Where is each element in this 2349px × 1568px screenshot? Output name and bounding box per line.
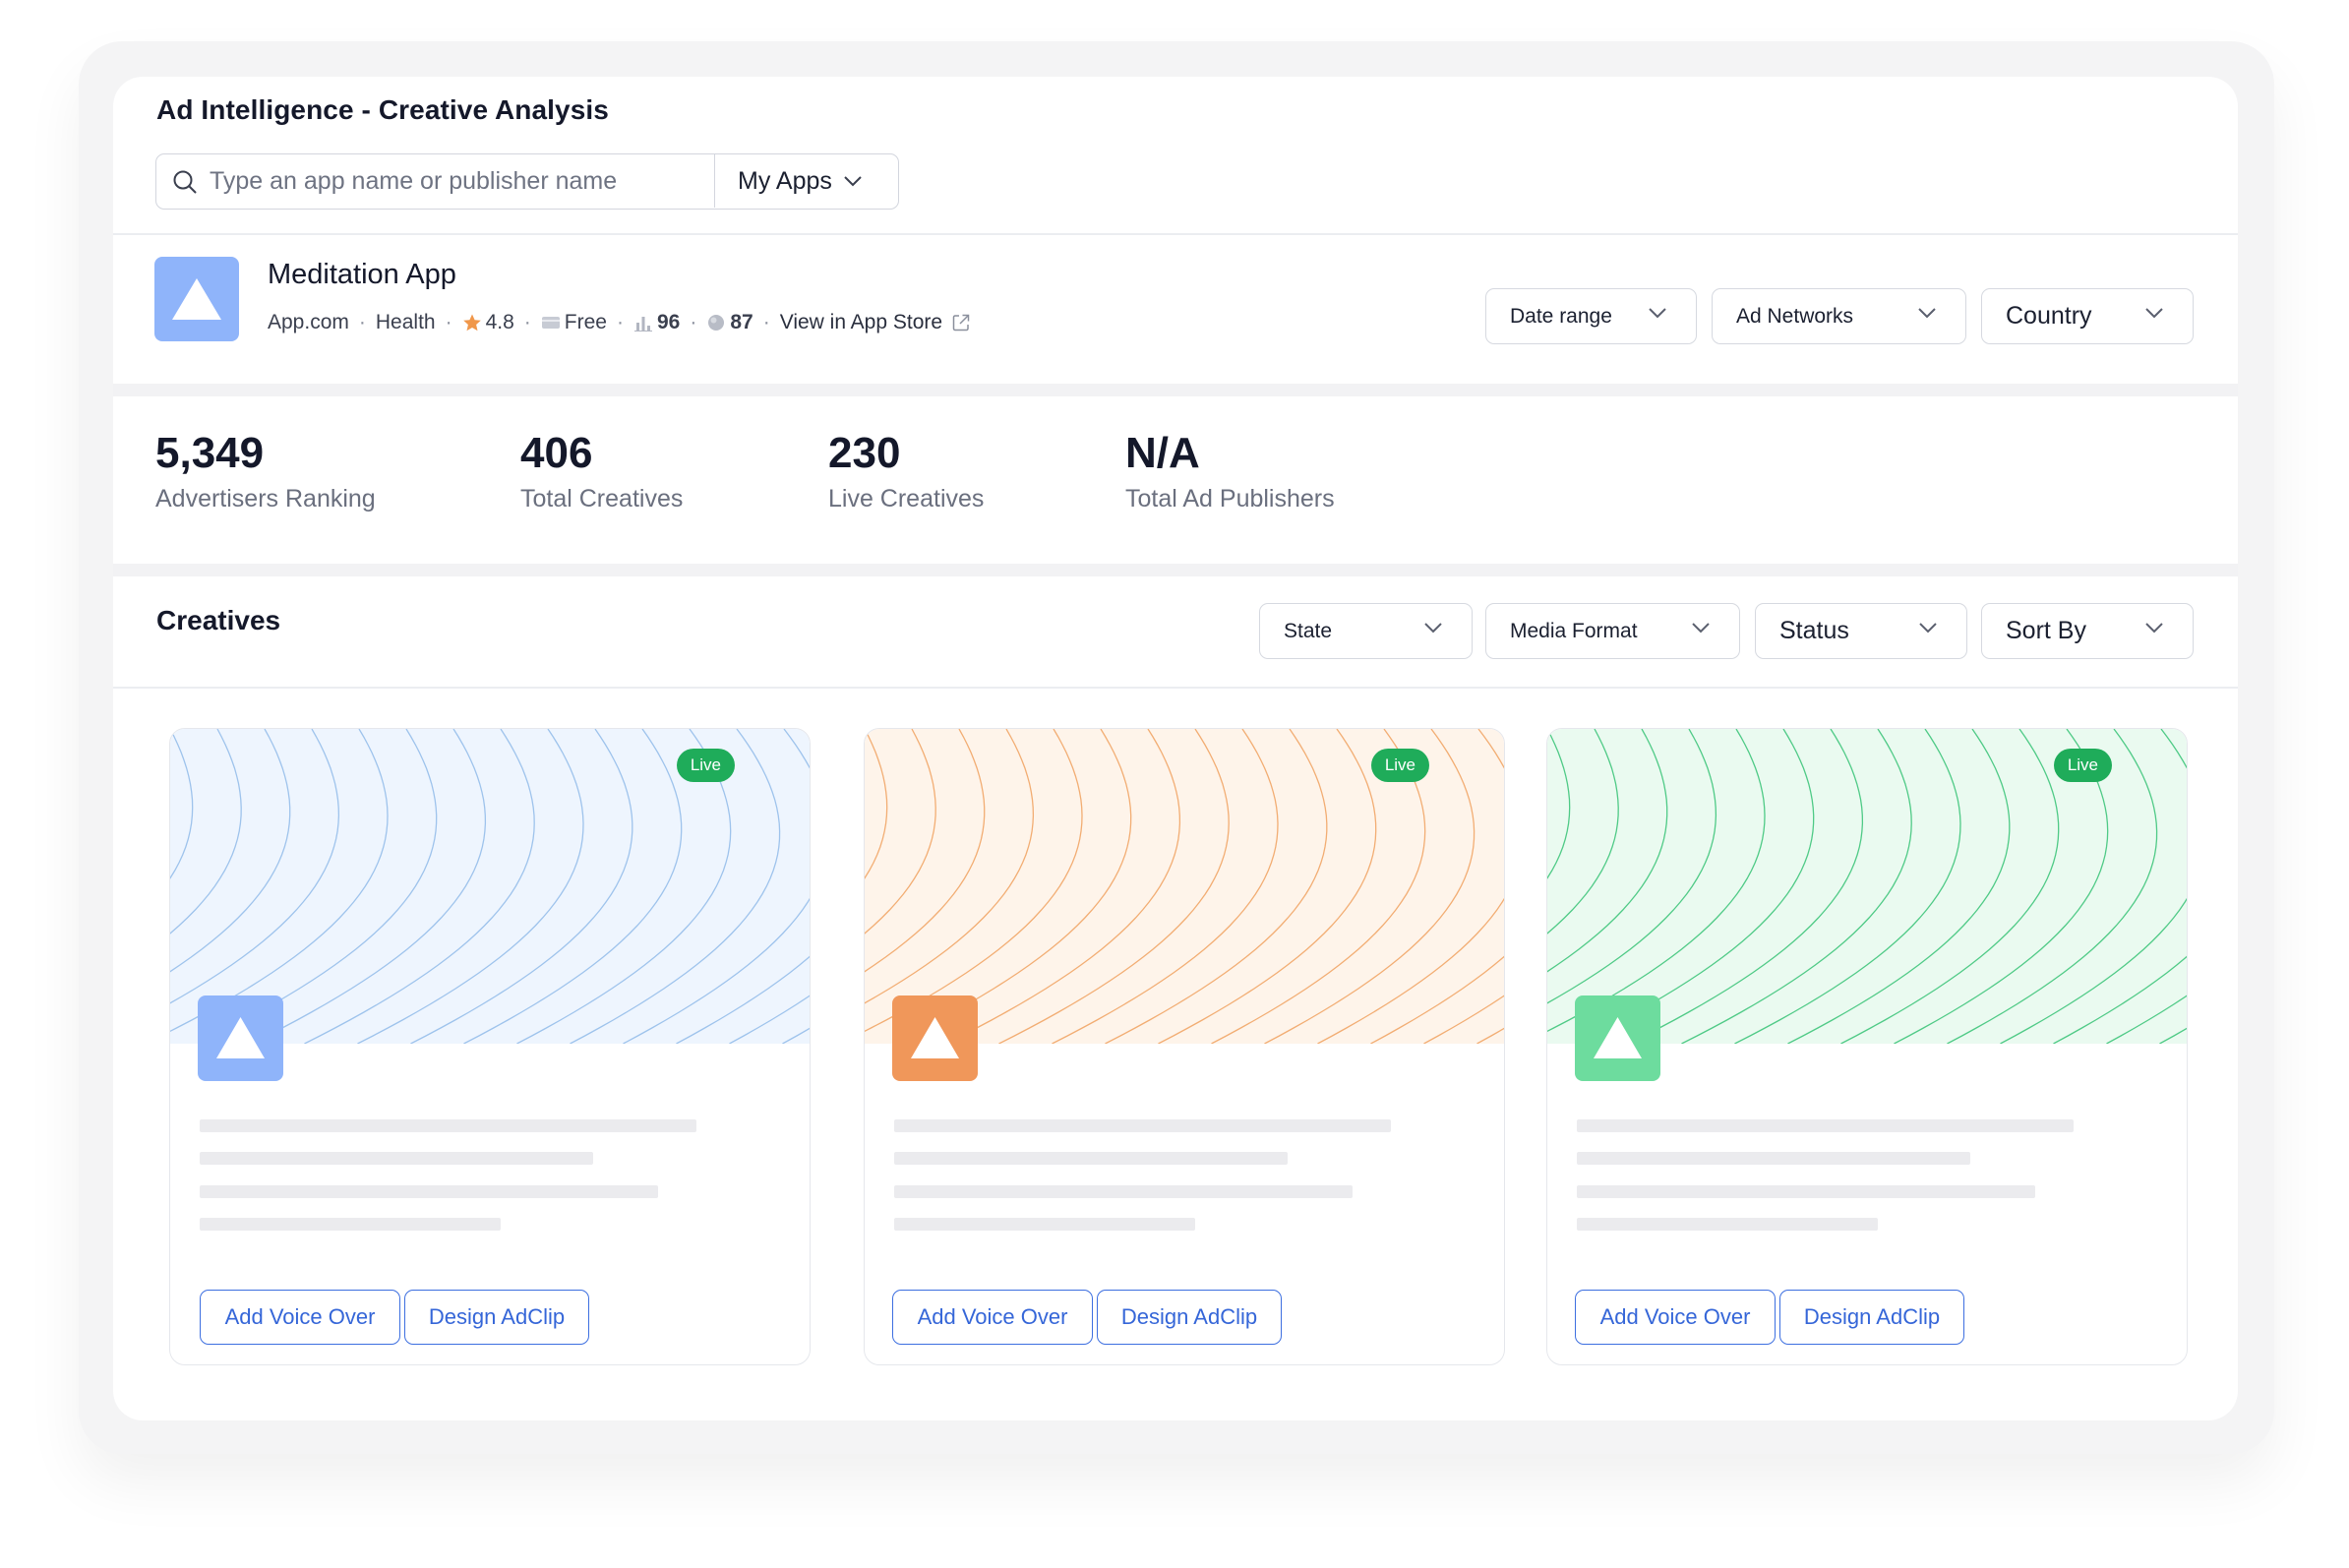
separator-dot: · — [523, 311, 531, 333]
app-panel: Ad Intelligence - Creative Analysis My A… — [113, 77, 2238, 1420]
ad-networks-label: Ad Networks — [1736, 304, 1854, 328]
country-label: Country — [2006, 302, 2092, 330]
search-input[interactable] — [210, 154, 701, 208]
app-meta: App.com · Health · 4.8 · Free · 96 · 87 … — [268, 311, 971, 334]
text-placeholder — [1577, 1152, 1970, 1165]
triangle-icon — [1594, 1017, 1642, 1058]
stat-total-ad-publishers: N/A Total Ad Publishers — [1125, 428, 1335, 513]
live-badge: Live — [1370, 749, 1429, 782]
status-dropdown[interactable]: Status — [1755, 603, 1967, 659]
stat-label: Total Ad Publishers — [1125, 485, 1335, 513]
separator-dot: · — [616, 311, 624, 333]
separator-dot: · — [762, 311, 770, 333]
stat-label: Total Creatives — [520, 485, 684, 513]
divider — [113, 687, 2238, 689]
separator-dot: · — [358, 311, 366, 333]
add-voice-over-button[interactable]: Add Voice Over — [1575, 1290, 1776, 1345]
creative-app-icon — [892, 995, 978, 1081]
text-placeholder — [1577, 1218, 1878, 1231]
stat-value: 230 — [828, 429, 901, 477]
triangle-icon — [172, 278, 221, 320]
date-range-label: Date range — [1510, 304, 1612, 328]
chevron-down-icon — [1424, 623, 1442, 633]
media-format-label: Media Format — [1510, 619, 1638, 642]
chevron-down-icon — [1649, 308, 1666, 319]
add-voice-over-button[interactable]: Add Voice Over — [892, 1290, 1093, 1345]
app-price: Free — [564, 311, 607, 333]
date-range-dropdown[interactable]: Date range — [1485, 288, 1697, 344]
external-link-icon — [952, 314, 970, 332]
state-label: State — [1284, 619, 1333, 642]
text-placeholder — [200, 1218, 501, 1231]
creative-card[interactable]: Live Add Voice Over Design AdClip — [864, 728, 1505, 1365]
design-adclip-button[interactable]: Design AdClip — [1097, 1290, 1282, 1345]
store-link-label: View in App Store — [779, 311, 943, 333]
stat-value: 5,349 — [155, 429, 265, 477]
chevron-down-icon — [1692, 623, 1710, 633]
state-dropdown[interactable]: State — [1259, 603, 1473, 659]
app-logo — [154, 257, 239, 341]
search-bar: My Apps — [155, 153, 899, 210]
globe-icon — [708, 315, 725, 331]
app-publisher: App.com — [268, 311, 349, 333]
chevron-down-icon — [1919, 623, 1937, 633]
triangle-icon — [911, 1017, 959, 1058]
my-apps-label: My Apps — [738, 166, 832, 195]
design-adclip-button[interactable]: Design AdClip — [404, 1290, 589, 1345]
text-placeholder — [1577, 1119, 2074, 1132]
app-rank-metric: 96 — [656, 311, 681, 333]
creative-app-icon — [198, 995, 283, 1081]
app-score-metric: 87 — [730, 311, 753, 333]
price-tag-icon — [541, 317, 560, 329]
divider — [113, 233, 2238, 235]
view-in-app-store-link[interactable]: View in App Store — [780, 311, 971, 334]
chevron-down-icon — [2145, 308, 2163, 319]
creative-app-icon — [1575, 995, 1660, 1081]
creative-card[interactable]: Live Add Voice Over Design AdClip — [1546, 728, 2188, 1365]
text-placeholder — [894, 1152, 1288, 1165]
separator-dot: · — [445, 311, 452, 333]
chevron-down-icon — [2145, 623, 2163, 633]
chevron-down-icon — [844, 176, 862, 187]
stat-advertisers-ranking: 5,349 Advertisers Ranking — [155, 428, 376, 513]
search-icon — [173, 170, 197, 194]
stat-live-creatives: 230 Live Creatives — [828, 428, 984, 513]
text-placeholder — [894, 1218, 1195, 1231]
text-placeholder — [1577, 1185, 2035, 1198]
live-badge: Live — [2053, 749, 2112, 782]
stat-label: Live Creatives — [828, 485, 985, 513]
chevron-down-icon — [1918, 308, 1936, 319]
triangle-icon — [216, 1017, 265, 1058]
app-category: Health — [375, 311, 436, 333]
separator-dot: · — [690, 311, 697, 333]
status-label: Status — [1779, 617, 1849, 644]
add-voice-over-button[interactable]: Add Voice Over — [200, 1290, 400, 1345]
creative-card[interactable]: Live Add Voice Over Design AdClip — [169, 728, 811, 1365]
text-placeholder — [894, 1185, 1353, 1198]
creatives-title: Creatives — [156, 605, 281, 635]
sort-by-dropdown[interactable]: Sort By — [1981, 603, 2194, 659]
country-dropdown[interactable]: Country — [1981, 288, 2194, 344]
sort-by-label: Sort By — [2006, 617, 2086, 644]
text-placeholder — [200, 1185, 658, 1198]
stat-value: N/A — [1125, 429, 1200, 477]
page-title: Ad Intelligence - Creative Analysis — [156, 94, 609, 125]
text-placeholder — [200, 1119, 696, 1132]
stat-value: 406 — [520, 429, 593, 477]
star-icon — [462, 314, 481, 332]
stat-total-creatives: 406 Total Creatives — [520, 428, 683, 513]
media-format-dropdown[interactable]: Media Format — [1485, 603, 1740, 659]
stat-label: Advertisers Ranking — [155, 485, 376, 513]
live-badge: Live — [676, 749, 735, 782]
app-name: Meditation App — [268, 259, 456, 290]
my-apps-dropdown[interactable]: My Apps — [714, 154, 898, 208]
text-placeholder — [894, 1119, 1391, 1132]
ad-networks-dropdown[interactable]: Ad Networks — [1712, 288, 1966, 344]
header-section: Ad Intelligence - Creative Analysis My A… — [113, 77, 2238, 384]
design-adclip-button[interactable]: Design AdClip — [1779, 1290, 1964, 1345]
app-rating: 4.8 — [485, 311, 514, 333]
bar-chart-icon — [633, 317, 652, 332]
text-placeholder — [200, 1152, 593, 1165]
